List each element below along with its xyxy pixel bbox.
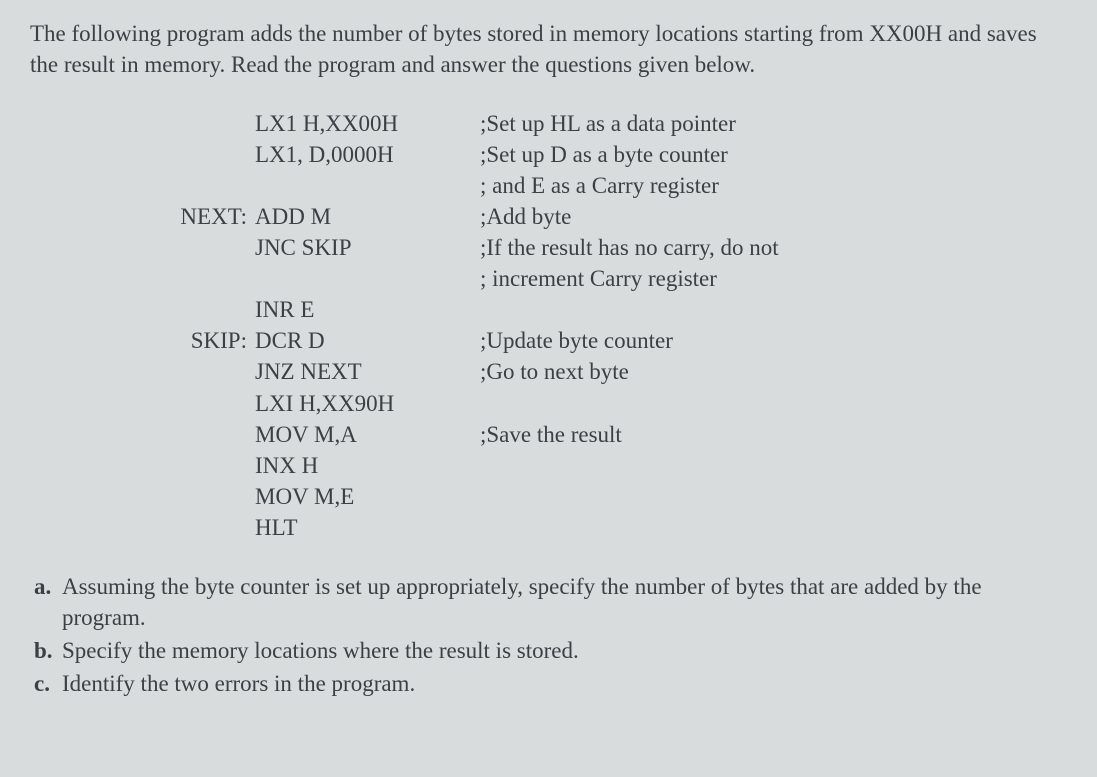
- code-label: NEXT:: [160, 201, 255, 232]
- code-instruction: ADD M: [255, 201, 480, 232]
- code-row: LX1, D,0000H ;Set up D as a byte counter: [160, 139, 1067, 170]
- code-instruction: INX H: [255, 450, 480, 481]
- code-row: LXI H,XX90H: [160, 388, 1067, 419]
- code-instruction: INR E: [255, 294, 480, 325]
- code-row: JNZ NEXT ;Go to next byte: [160, 356, 1067, 387]
- assembly-code-block: LX1 H,XX00H ;Set up HL as a data pointer…: [160, 108, 1067, 543]
- question-label: c.: [34, 668, 62, 699]
- code-row: MOV M,A ;Save the result: [160, 419, 1067, 450]
- code-row: INR E: [160, 294, 1067, 325]
- question-text: Identify the two errors in the program.: [62, 668, 1067, 699]
- question-label: a.: [34, 571, 62, 602]
- code-comment: ;Update byte counter: [480, 325, 1067, 356]
- question-b: b. Specify the memory locations where th…: [34, 635, 1067, 666]
- intro-paragraph: The following program adds the number of…: [30, 18, 1067, 80]
- code-row: MOV M,E: [160, 481, 1067, 512]
- code-instruction: LX1, D,0000H: [255, 139, 480, 170]
- code-row: ; and E as a Carry register: [160, 170, 1067, 201]
- question-a: a. Assuming the byte counter is set up a…: [34, 571, 1067, 633]
- code-comment: ;Save the result: [480, 419, 1067, 450]
- question-label: b.: [34, 635, 62, 666]
- code-row: HLT: [160, 512, 1067, 543]
- code-row: SKIP: DCR D ;Update byte counter: [160, 325, 1067, 356]
- code-instruction: JNC SKIP: [255, 232, 480, 263]
- code-comment: ;Go to next byte: [480, 356, 1067, 387]
- code-instruction: HLT: [255, 512, 480, 543]
- code-row: ; increment Carry register: [160, 263, 1067, 294]
- code-row: LX1 H,XX00H ;Set up HL as a data pointer: [160, 108, 1067, 139]
- question-text: Specify the memory locations where the r…: [62, 635, 1067, 666]
- code-label: SKIP:: [160, 325, 255, 356]
- code-row: JNC SKIP ;If the result has no carry, do…: [160, 232, 1067, 263]
- code-comment: ;Set up HL as a data pointer: [480, 108, 1067, 139]
- code-row: INX H: [160, 450, 1067, 481]
- code-instruction: LXI H,XX90H: [255, 388, 480, 419]
- code-comment: ; increment Carry register: [480, 263, 1067, 294]
- code-instruction: MOV M,E: [255, 481, 480, 512]
- code-instruction: LX1 H,XX00H: [255, 108, 480, 139]
- code-comment: ;Add byte: [480, 201, 1067, 232]
- code-instruction: JNZ NEXT: [255, 356, 480, 387]
- question-c: c. Identify the two errors in the progra…: [34, 668, 1067, 699]
- code-comment: ;If the result has no carry, do not: [480, 232, 1067, 263]
- code-comment: ;Set up D as a byte counter: [480, 139, 1067, 170]
- code-instruction: MOV M,A: [255, 419, 480, 450]
- code-instruction: DCR D: [255, 325, 480, 356]
- question-text: Assuming the byte counter is set up appr…: [62, 571, 1067, 633]
- code-comment: ; and E as a Carry register: [480, 170, 1067, 201]
- code-row: NEXT: ADD M ;Add byte: [160, 201, 1067, 232]
- questions-list: a. Assuming the byte counter is set up a…: [30, 571, 1067, 699]
